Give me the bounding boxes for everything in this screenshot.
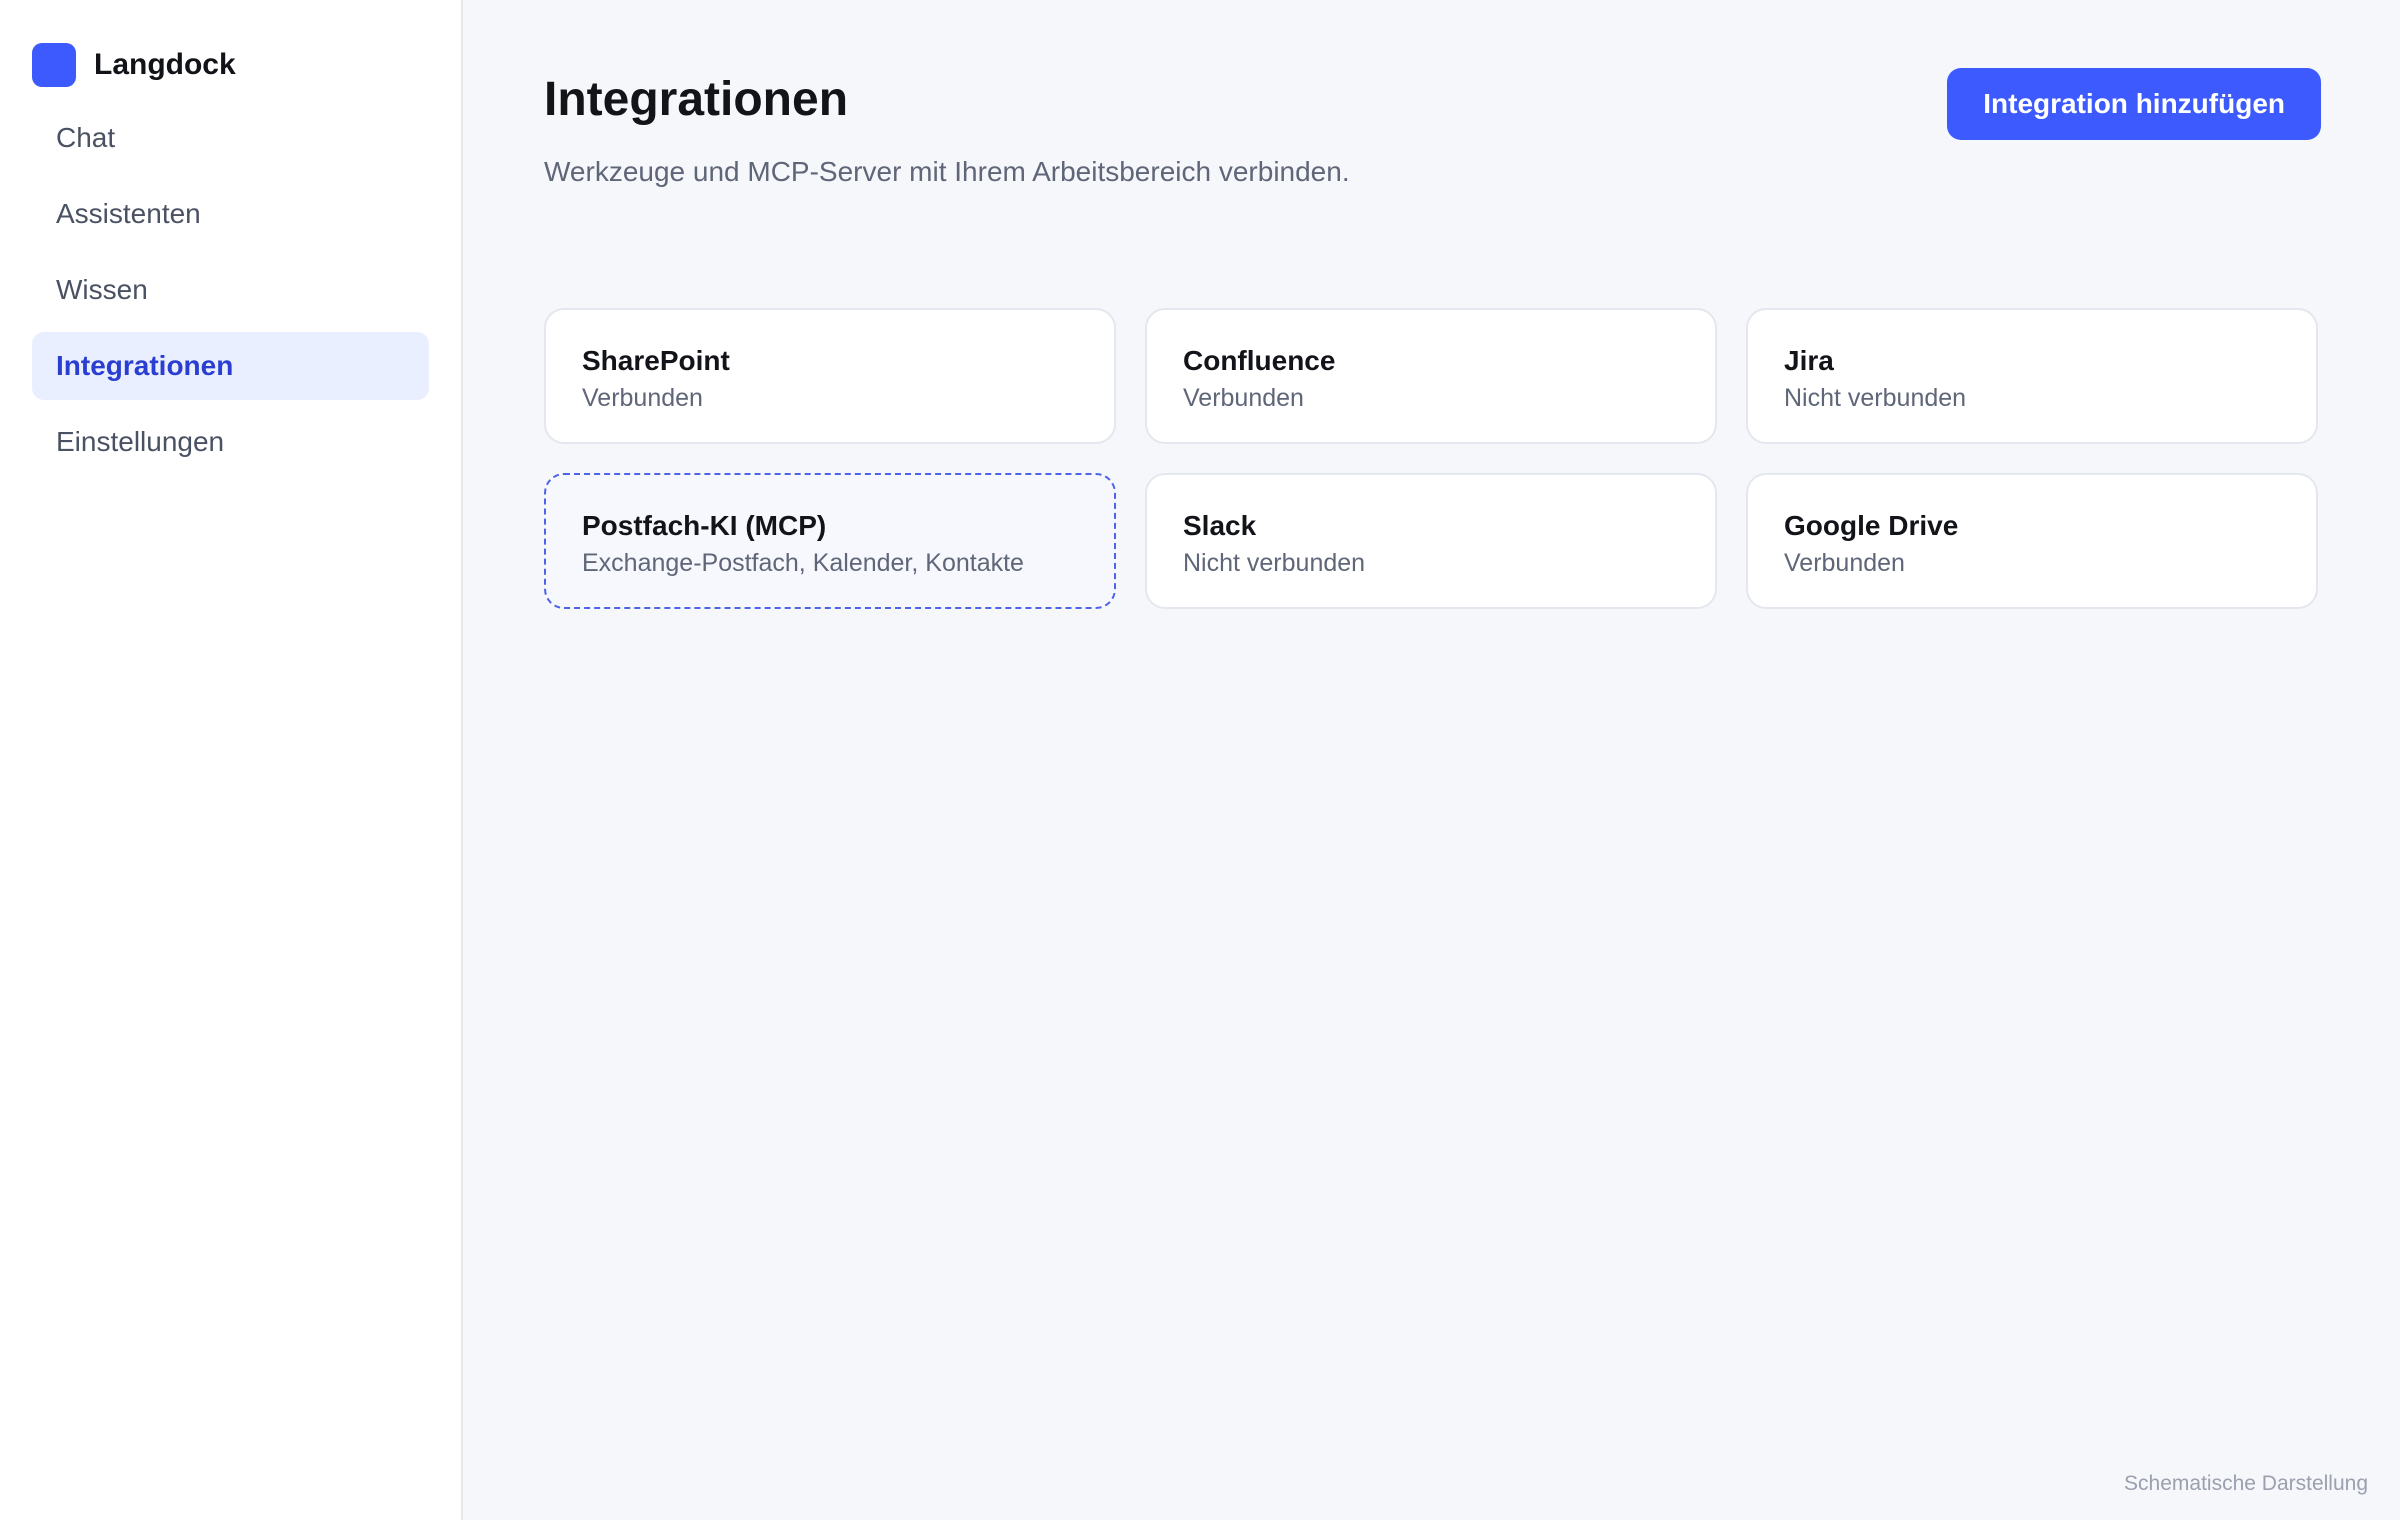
integration-card-jira[interactable]: Jira Nicht verbunden: [1746, 308, 2318, 444]
sidebar: Langdock Chat Assistenten Wissen Integra…: [0, 0, 463, 1520]
page-subtitle: Werkzeuge und MCP-Server mit Ihrem Arbei…: [544, 156, 1350, 187]
sidebar-item-einstellungen[interactable]: Einstellungen: [32, 408, 429, 476]
integration-name: Postfach-KI (MCP): [582, 510, 827, 541]
sidebar-item-chat[interactable]: Chat: [32, 104, 429, 172]
integration-name: Jira: [1784, 345, 1834, 376]
integration-status: Verbunden: [1784, 549, 1905, 577]
integration-description: Exchange-Postfach, Kalender, Kontakte: [582, 549, 1024, 577]
sidebar-nav: Chat Assistenten Wissen Integrationen Ei…: [32, 104, 429, 476]
sidebar-item-wissen[interactable]: Wissen: [32, 256, 429, 324]
integration-card-google-drive[interactable]: Google Drive Verbunden: [1746, 473, 2318, 609]
integrations-grid: SharePoint Verbunden Confluence Verbunde…: [544, 308, 2320, 609]
langdock-logo-icon: [32, 43, 76, 87]
integration-status: Nicht verbunden: [1183, 549, 1366, 577]
add-integration-button[interactable]: Integration hinzufügen: [1947, 68, 2321, 140]
footnote: Schematische Darstellung: [2124, 1472, 2368, 1495]
integration-name: Confluence: [1183, 345, 1336, 376]
integration-status: Nicht verbunden: [1784, 384, 1967, 412]
main-content: Integrationen Werkzeuge und MCP-Server m…: [463, 0, 2400, 1520]
app-window: Langdock Chat Assistenten Wissen Integra…: [0, 0, 2400, 1520]
integration-name: SharePoint: [582, 345, 730, 376]
integration-name: Google Drive: [1784, 510, 1959, 541]
integration-status: Verbunden: [1183, 384, 1304, 412]
brand[interactable]: Langdock: [32, 32, 429, 98]
integration-card-sharepoint[interactable]: SharePoint Verbunden: [544, 308, 1116, 444]
sidebar-item-assistenten[interactable]: Assistenten: [32, 180, 429, 248]
integration-card-confluence[interactable]: Confluence Verbunden: [1145, 308, 1717, 444]
page-title: Integrationen: [544, 73, 849, 126]
integration-card-postfach-ki-mcp[interactable]: Postfach-KI (MCP) Exchange-Postfach, Kal…: [544, 473, 1116, 609]
brand-name: Langdock: [94, 48, 236, 81]
integration-card-slack[interactable]: Slack Nicht verbunden: [1145, 473, 1717, 609]
integration-name: Slack: [1183, 510, 1257, 541]
sidebar-item-integrationen[interactable]: Integrationen: [32, 332, 429, 400]
integration-status: Verbunden: [582, 384, 703, 412]
page-header: Integrationen Werkzeuge und MCP-Server m…: [544, 68, 2321, 200]
